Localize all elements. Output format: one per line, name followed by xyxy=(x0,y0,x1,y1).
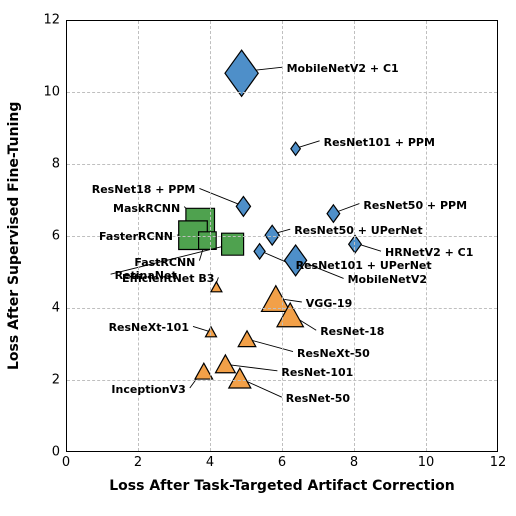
leader-line xyxy=(246,381,282,397)
x-tick-label: 12 xyxy=(490,455,507,470)
x-tick-label: 6 xyxy=(278,455,286,470)
leader-line xyxy=(284,299,301,302)
x-tick-label: 0 xyxy=(62,455,70,470)
leader-line xyxy=(278,229,291,233)
y-tick-label: 10 xyxy=(43,85,60,100)
y-tick-label: 8 xyxy=(52,157,60,172)
grid-line xyxy=(67,380,497,381)
grid-line xyxy=(67,92,497,93)
x-axis-label: Loss After Task-Targeted Artifact Correc… xyxy=(66,478,498,494)
x-tick-label: 4 xyxy=(206,455,214,470)
leader-line xyxy=(252,340,293,351)
x-tick-label: 2 xyxy=(134,455,142,470)
diamond-marker xyxy=(236,197,250,217)
x-tick-label: 10 xyxy=(418,455,435,470)
grid-line xyxy=(67,236,497,237)
diamond-marker xyxy=(291,142,301,155)
y-tick-label: 0 xyxy=(52,445,60,460)
triangle-marker xyxy=(216,355,236,373)
triangle-marker xyxy=(238,331,256,347)
scatter-chart: Loss After Supervised Fine-Tuning Loss A… xyxy=(0,0,516,516)
x-tick-label: 8 xyxy=(350,455,358,470)
y-tick-label: 2 xyxy=(52,373,60,388)
grid-line xyxy=(67,308,497,309)
grid-line xyxy=(67,164,497,165)
diamond-marker xyxy=(285,245,307,276)
diamond-marker xyxy=(225,50,258,96)
leader-line xyxy=(111,246,227,275)
plot-area: MobileNetV2 + C1ResNet101 + PPMResNet18 … xyxy=(66,20,498,452)
triangle-marker xyxy=(211,282,222,292)
leader-line xyxy=(338,204,359,212)
leader-line xyxy=(199,188,238,204)
diamond-marker xyxy=(254,244,265,259)
diamond-marker xyxy=(265,225,279,245)
leader-line xyxy=(299,141,319,147)
square-marker xyxy=(199,232,217,250)
leader-line xyxy=(305,263,344,279)
leader-line xyxy=(360,245,381,251)
y-tick-label: 12 xyxy=(43,13,60,28)
leader-line xyxy=(255,67,282,70)
y-axis-label: Loss After Supervised Fine-Tuning xyxy=(4,20,24,452)
y-tick-label: 6 xyxy=(52,229,60,244)
diamond-marker xyxy=(327,205,340,223)
y-tick-label: 4 xyxy=(52,301,60,316)
leader-line xyxy=(193,326,208,331)
